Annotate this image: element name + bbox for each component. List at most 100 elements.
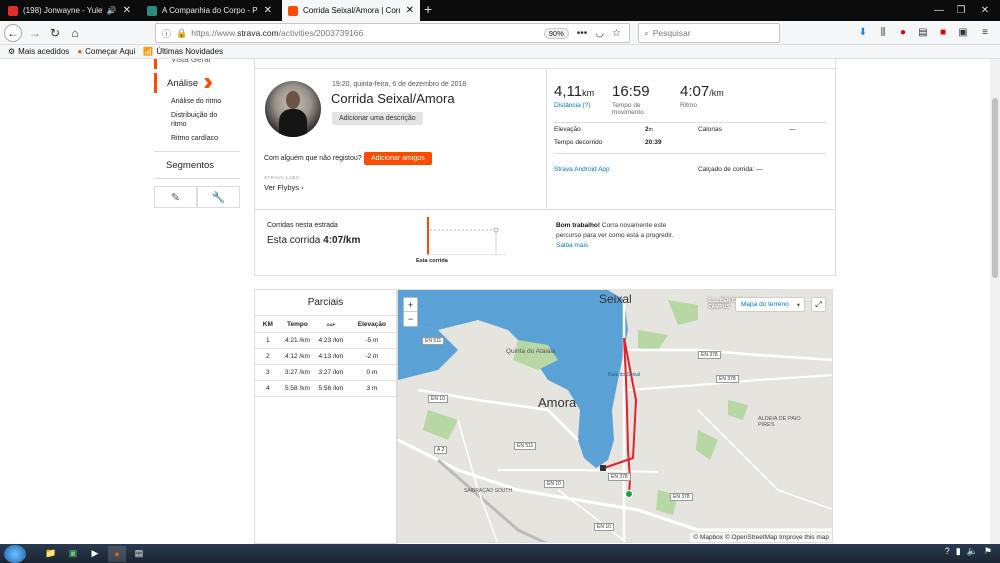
download-icon[interactable]: ⬇ — [855, 24, 871, 40]
pocket-icon[interactable]: ◡ — [595, 28, 604, 39]
strava-icon — [288, 5, 298, 16]
lock-icon: 🔒 — [176, 27, 188, 38]
network-icon[interactable]: ▮ — [956, 546, 961, 557]
close-window-icon[interactable]: ✕ — [972, 0, 998, 21]
distance-stat: 4,11km Distância (?) — [554, 83, 595, 109]
table-row[interactable]: 4 5:58 /km 5:56 /km 3 m — [255, 381, 396, 397]
flyby-link[interactable]: Ver Flybys › — [264, 183, 304, 192]
compare-chart — [426, 217, 506, 255]
zoom-indicator[interactable]: 90% — [543, 27, 569, 39]
reload-icon[interactable]: ↻ — [46, 24, 64, 42]
maximize-icon[interactable]: ❐ — [950, 0, 972, 21]
tab-companhia[interactable]: A Companhia do Corpo - Pági ✕ — [141, 0, 278, 21]
url-text[interactable]: https://www.strava.com/activities/200373… — [191, 28, 363, 38]
map-label-saibracao: SAIBRAÇAO SOUTH — [464, 488, 513, 494]
labs-label: STRAVA LABS — [264, 175, 300, 180]
flag-icon[interactable]: ⚑ — [984, 546, 992, 557]
info-icon[interactable]: ⓘ — [162, 27, 171, 40]
add-friends-button[interactable]: Adicionar amigos — [364, 152, 432, 165]
sidebar-item-heart-rate[interactable]: Ritmo cardíaco — [171, 134, 218, 143]
volume-icon[interactable]: 🔈 — [967, 546, 978, 557]
firefox-icon[interactable]: ● — [108, 545, 126, 562]
distance-label[interactable]: Distância (?) — [554, 102, 594, 109]
sidebar-item-overview[interactable]: Vista Geral — [154, 59, 240, 69]
sidebar-item-analysis[interactable]: Análise — [154, 73, 240, 93]
sidebar-item-pace-analysis[interactable]: Análise do ritmo — [171, 97, 221, 106]
moving-time-stat: 16:59 Tempo de movimento — [612, 83, 650, 116]
elevation-label: Elevação — [554, 126, 581, 133]
activity-summary-card: 19:20, quinta-feira, 6 de dezembro de 20… — [254, 59, 837, 276]
site-favicon-icon — [147, 5, 157, 16]
map-label-seixal: Seixal — [599, 292, 632, 306]
url-bar[interactable]: ⓘ 🔒 https://www.strava.com/activities/20… — [155, 23, 630, 43]
finish-marker — [600, 465, 606, 471]
divider — [554, 122, 826, 123]
map-label-quinta: Quinta do Atalaia — [506, 348, 556, 355]
help-icon[interactable]: ? — [945, 546, 950, 557]
app-icon[interactable]: ▣ — [64, 546, 82, 562]
sidebar-toggle-icon[interactable]: ▤ — [915, 24, 931, 40]
activity-date: 19:20, quinta-feira, 6 de dezembro de 20… — [332, 81, 467, 88]
chevron-right-icon — [204, 78, 213, 88]
library-icon[interactable]: ⫼ — [875, 24, 891, 40]
tab-strava[interactable]: Corrida Seixal/Amora | Corrida ✕ — [282, 0, 420, 21]
page-actions-icon[interactable]: ••• — [577, 28, 588, 39]
fullscreen-icon[interactable]: ⤢ — [811, 297, 826, 312]
calories-label: Calorias — [698, 126, 722, 133]
wrench-icon[interactable]: 🔧 — [197, 186, 240, 208]
map-attribution[interactable]: © Mapbox © OpenStreetMap Improve this ma… — [690, 533, 832, 542]
road-label: EN 378 — [698, 351, 721, 359]
search-input[interactable]: ⌕ Pesquisar — [638, 23, 780, 43]
table-row[interactable]: 1 4:21 /km 4:23 /km -5 m — [255, 333, 396, 349]
bookmark-getting-started[interactable]: ● Começar Aqui — [77, 47, 135, 56]
new-tab-icon[interactable]: + — [424, 1, 432, 17]
audio-icon[interactable]: 🔊 — [107, 6, 117, 15]
avatar[interactable] — [265, 81, 321, 137]
bookmark-star-icon[interactable]: ☆ — [612, 28, 621, 39]
route-map[interactable]: Seixal Amora Quinta do Atalaia S. L. BEN… — [397, 289, 833, 543]
elapsed-value: 20:39 — [645, 139, 662, 146]
table-row[interactable]: 2 4:12 /km 4:13 /km -2 m — [255, 349, 396, 365]
with-others-question: Com alguém que não registou? — [264, 155, 362, 162]
reader-icon[interactable]: ▣ — [955, 24, 971, 40]
splits-header: KM Tempo GAP Elevação — [255, 316, 396, 333]
back-icon[interactable]: ← — [4, 24, 22, 42]
learn-more-link[interactable]: Saiba mais — [556, 241, 691, 251]
sidebar-item-pace-distribution[interactable]: Distribuição do ritmo — [171, 111, 226, 129]
edit-icon[interactable]: ✎ — [154, 186, 197, 208]
zoom-out-button[interactable]: − — [404, 312, 417, 326]
search-icon: ⌕ — [644, 27, 649, 38]
road-label: EN 511 — [422, 337, 445, 345]
calories-value: — — [789, 126, 796, 133]
road-label: EN 378 — [608, 473, 631, 481]
table-row[interactable]: 3 3:27 /km 3:27 /km 0 m — [255, 365, 396, 381]
device-link[interactable]: Strava Android App — [554, 166, 610, 173]
map-type-select[interactable]: Mapa do terreno ▾ — [735, 297, 805, 312]
close-tab-icon[interactable]: ✕ — [123, 5, 131, 16]
sidebar-item-segments[interactable]: Segmentos — [154, 151, 240, 179]
forward-icon[interactable]: → — [26, 24, 44, 42]
close-tab-icon[interactable]: ✕ — [406, 5, 414, 16]
media-icon[interactable]: ▶ — [86, 546, 104, 562]
road-label: EN 378 — [716, 375, 739, 383]
adblock-icon[interactable]: ■ — [935, 24, 951, 40]
scrollbar-thumb[interactable] — [992, 98, 998, 278]
bookmark-most-visited[interactable]: ⚙ Mais acedidos — [8, 47, 69, 56]
zoom-in-button[interactable]: + — [404, 298, 417, 312]
minimize-icon[interactable]: — — [928, 0, 950, 21]
explorer-icon[interactable]: 📁 — [42, 546, 60, 562]
compare-chart-label: Esta corrida — [416, 258, 448, 264]
close-tab-icon[interactable]: ✕ — [264, 5, 272, 16]
tab-youtube[interactable]: (198) Jonwayne - Yuletide B 🔊 ✕ — [2, 0, 137, 21]
menu-icon[interactable]: ≡ — [977, 24, 993, 40]
road-label: A 2 — [434, 446, 448, 454]
notes-icon[interactable]: ▤ — [130, 546, 148, 562]
firefox-icon: ● — [77, 47, 83, 56]
bookmark-latest-news[interactable]: 📶 Últimas Novidades — [143, 47, 223, 56]
splits-title: Parciais — [255, 290, 396, 316]
add-description-button[interactable]: Adicionar uma descrição — [332, 112, 423, 125]
start-button[interactable] — [4, 544, 26, 563]
bookmarks-bar: ⚙ Mais acedidos ● Começar Aqui 📶 Últimas No… — [0, 45, 1000, 59]
extension-icon[interactable]: ● — [895, 24, 911, 40]
home-icon[interactable]: ⌂ — [66, 24, 84, 42]
